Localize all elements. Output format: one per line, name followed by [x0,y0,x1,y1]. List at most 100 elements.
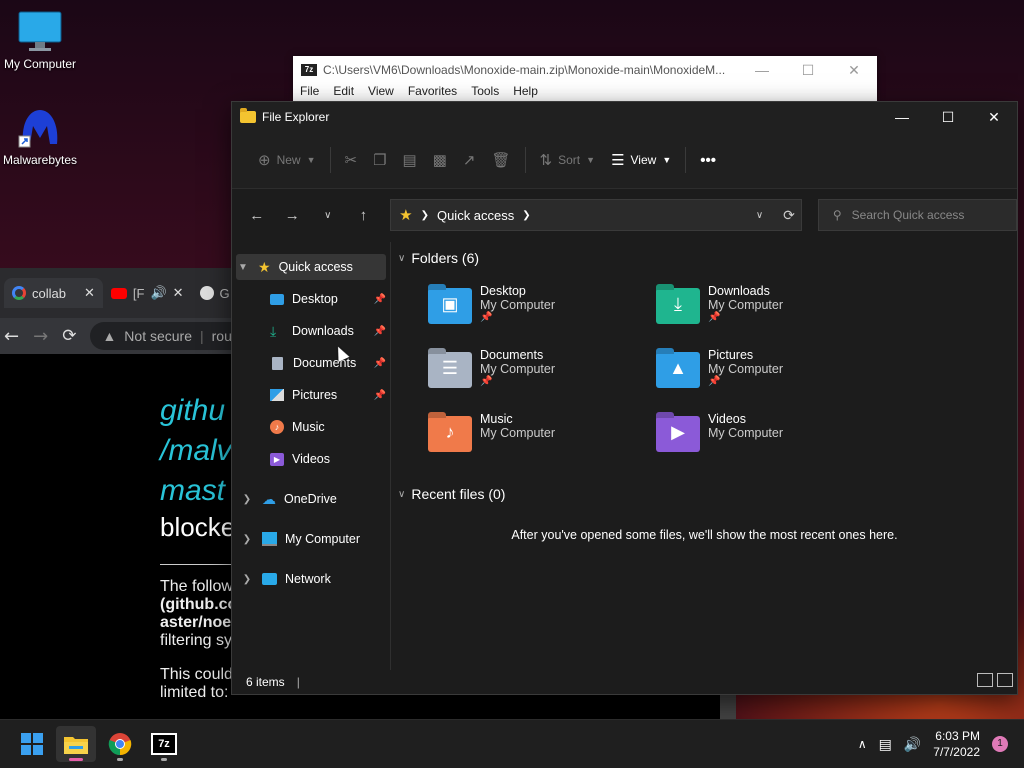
maximize-icon[interactable]: ☐ [785,56,831,84]
folder-location: My Computer [708,298,784,312]
desktop-icon-malwarebytes[interactable]: Malwarebytes [0,106,80,167]
clock-date: 7/7/2022 [933,745,980,759]
sidebar-item-quick-access[interactable]: ▼ ★ Quick access [236,254,386,280]
start-button[interactable] [12,726,52,762]
explorer-command-bar: ⊕ New ▼ ✂ ❐ ▤ ▩ ↗ 🗑 ⇅ Sort ▼ ☰ View ▼ ••… [232,132,1017,189]
breadcrumb-chevron-icon[interactable]: ❯ [421,210,429,221]
show-hidden-icons-icon[interactable]: ∧ [858,737,867,751]
sidebar-label: OneDrive [284,492,337,506]
sidebar-item-my-computer[interactable]: ❯ My Computer [240,526,386,552]
folder-tile-downloads[interactable]: ⤓ Downloads My Computer 📌 [656,284,856,324]
folder-tile-videos[interactable]: ▶ Videos My Computer [656,412,856,452]
sidebar-item-music[interactable]: ♪ Music [270,414,386,440]
folders-group-header[interactable]: ∨ Folders (6) [398,250,479,266]
close-tab-icon[interactable]: ✕ [84,285,95,301]
details-view-icon[interactable] [977,673,993,687]
back-icon[interactable]: ← [242,207,272,224]
close-icon[interactable]: ✕ [971,102,1017,132]
folder-tile-documents[interactable]: ☰ Documents My Computer 📌 [428,348,628,388]
chevron-right-icon[interactable]: ❯ [240,534,254,545]
menu-help[interactable]: Help [513,84,538,98]
breadcrumb-quick-access[interactable]: Quick access [437,208,514,223]
forward-icon[interactable]: → [278,207,308,224]
pin-icon: 📌 [373,389,386,401]
sidebar-item-documents[interactable]: Documents 📌 [270,350,386,376]
breadcrumb-chevron-icon[interactable]: ❯ [522,210,530,221]
sidebar-item-videos[interactable]: ▶ Videos [270,446,386,472]
more-options-button[interactable]: ••• [692,144,724,176]
taskbar-chrome[interactable] [100,726,140,762]
chevron-down-icon[interactable]: ▼ [236,262,250,273]
menu-favorites[interactable]: Favorites [408,84,457,98]
chevron-right-icon[interactable]: ❯ [240,494,254,505]
audio-playing-icon[interactable]: 🔊 [150,285,166,301]
recent-files-empty-message: After you've opened some files, we'll sh… [511,528,898,542]
sort-button[interactable]: ⇅ Sort ▼ [532,144,604,176]
tiles-view-icon[interactable] [997,673,1013,687]
menu-tools[interactable]: Tools [471,84,499,98]
new-button[interactable]: ⊕ New ▼ [250,144,324,176]
menu-file[interactable]: File [300,84,319,98]
sidebar-item-pictures[interactable]: Pictures 📌 [270,382,386,408]
chrome-tab-google[interactable]: collab ✕ [4,278,103,308]
folder-name: Desktop [480,284,526,298]
taskbar-file-explorer[interactable] [56,726,96,762]
notification-badge[interactable]: 1 [992,736,1008,752]
tab-title: [F [132,285,145,301]
explorer-title: File Explorer [262,110,330,124]
maximize-icon[interactable]: ☐ [925,102,971,132]
copy-button[interactable]: ❐ [365,144,394,176]
pin-icon: 📌 [708,312,721,323]
7zip-window[interactable]: 7z C:\Users\VM6\Downloads\Monoxide-main.… [293,56,877,102]
network-status-icon[interactable]: ▤ [879,736,892,753]
sidebar-item-downloads[interactable]: ⤓ Downloads 📌 [270,318,386,344]
close-icon[interactable]: ✕ [831,56,877,84]
search-box[interactable]: ⚲ Search Quick access [817,199,1017,231]
file-explorer-window[interactable]: File Explorer — ☐ ✕ ⊕ New ▼ ✂ ❐ ▤ ▩ ↗ 🗑 … [231,101,1018,695]
sidebar-item-desktop[interactable]: Desktop 📌 [270,286,386,312]
volume-icon[interactable]: 🔊 [904,736,921,753]
desktop-icon-my-computer[interactable]: My Computer [0,10,80,71]
clock[interactable]: 6:03 PM 7/7/2022 [933,728,980,760]
menu-edit[interactable]: Edit [333,84,354,98]
share-button[interactable]: ↗ [455,144,484,176]
close-tab-icon[interactable]: ✕ [173,285,184,301]
menu-view[interactable]: View [368,84,394,98]
taskbar-7zip[interactable]: 7z [144,726,184,762]
sidebar-item-network[interactable]: ❯ Network [240,566,386,592]
explorer-titlebar[interactable]: File Explorer — ☐ ✕ [232,102,1017,132]
folder-tile-pictures[interactable]: ▲ Pictures My Computer 📌 [656,348,856,388]
chevron-right-icon[interactable]: ❯ [240,574,254,585]
refresh-icon[interactable]: ⟳ [783,207,795,224]
group-title: Recent files (0) [411,486,506,502]
minimize-icon[interactable]: — [739,56,785,84]
github-icon [199,286,214,300]
reload-icon[interactable]: ⟳ [62,326,76,346]
paste-button[interactable]: ▤ [395,144,425,176]
recent-locations-icon[interactable]: ∨ [313,210,343,221]
folder-tile-music[interactable]: ♪ Music My Computer [428,412,628,452]
folder-location: My Computer [480,362,556,376]
minimize-icon[interactable]: — [879,102,925,132]
rename-button[interactable]: ▩ [425,144,455,176]
sidebar-label: Pictures [292,388,338,402]
folder-tile-desktop[interactable]: ▣ Desktop My Computer 📌 [428,284,628,324]
address-dropdown-icon[interactable]: ∨ [756,210,763,221]
folder-name: Documents [480,348,544,362]
sidebar-item-onedrive[interactable]: ❯ ☁ OneDrive [240,486,386,512]
forward-icon[interactable]: → [33,326,48,347]
clock-time: 6:03 PM [935,729,980,743]
delete-button[interactable]: 🗑 [484,144,519,176]
back-icon[interactable]: ← [4,326,19,347]
cut-button[interactable]: ✂ [337,144,366,176]
chrome-tab-youtube[interactable]: [F 🔊 ✕ [103,278,192,308]
folder-location: My Computer [708,426,784,440]
recent-files-group-header[interactable]: ∨ Recent files (0) [398,486,505,502]
status-divider: | [296,675,300,689]
chrome-icon [108,733,132,756]
view-button[interactable]: ☰ View ▼ [603,144,679,176]
address-bar[interactable]: ★ ❯ Quick access ❯ ∨ ⟳ [390,199,802,231]
up-icon[interactable]: ↑ [349,207,379,224]
view-label: View [630,153,657,167]
security-label: Not secure [124,328,192,344]
